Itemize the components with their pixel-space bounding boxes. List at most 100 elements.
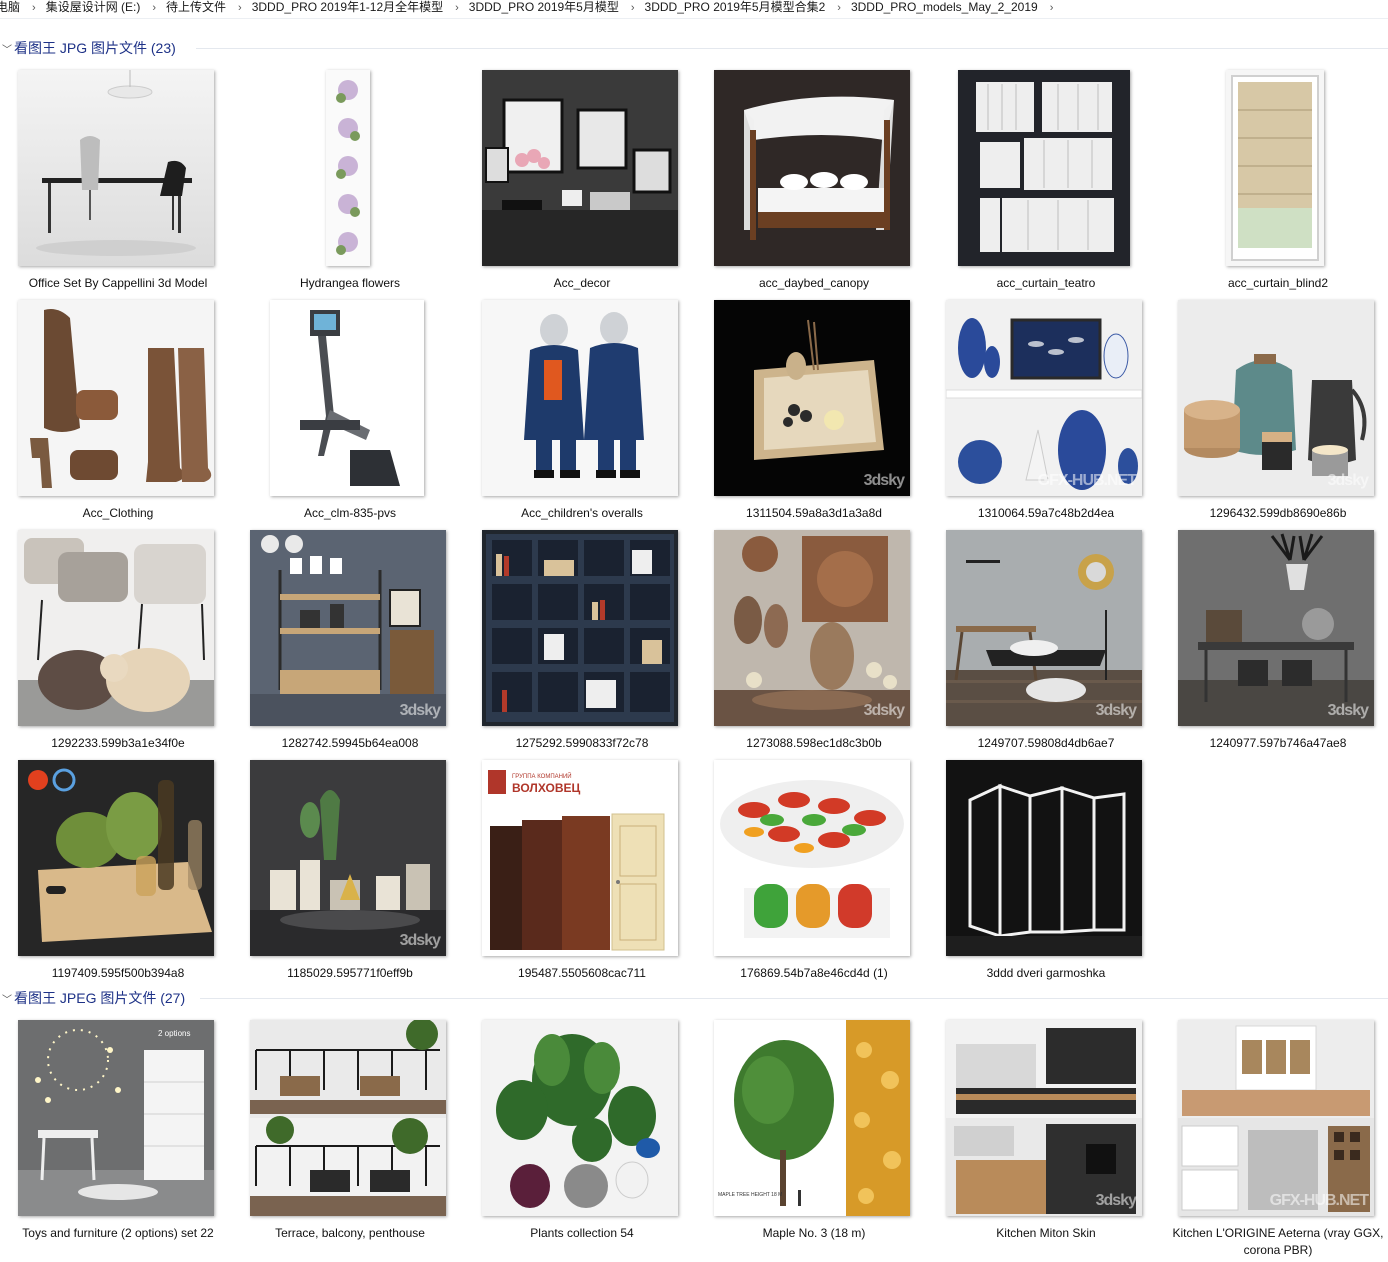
chevron-right-icon[interactable]: › xyxy=(449,1,465,15)
file-item[interactable]: 1292233.599b3a1e34f0e xyxy=(8,530,228,756)
file-name: 3ddd dveri garmoshka xyxy=(986,966,1106,980)
breadcrumb: 电脑›集设屋设计网 (E:)›待上传文件›3DDD_PRO 2019年1-12月… xyxy=(0,0,1388,19)
watermark-text: 3dsky xyxy=(1327,472,1369,489)
thumbnail-image: MAPLE TREE HEIGHT 18 M xyxy=(714,1020,910,1216)
file-item[interactable]: acc_curtain_blind2 xyxy=(1168,70,1388,296)
file-item[interactable]: 1197409.595f500b394a8 xyxy=(8,760,228,986)
thumbnail-image: 3dsky xyxy=(946,1020,1142,1216)
file-name: acc_curtain_blind2 xyxy=(1227,276,1329,290)
file-item[interactable]: Acc_children's overalls xyxy=(472,300,692,526)
thumbnail-image xyxy=(326,70,370,266)
watermark-text: GFX-HUB.NET xyxy=(1269,1192,1369,1209)
file-item[interactable]: acc_daybed_canopy xyxy=(704,70,924,296)
group-header-jpeg[interactable]: ﹀ 看图王 JPEG 图片文件 (27) xyxy=(0,988,1388,1010)
file-item[interactable]: 3dsky 1282742.59945b64ea008 xyxy=(240,530,460,756)
group-divider xyxy=(196,48,1388,49)
file-item[interactable]: Office Set By Cappellini 3d Model xyxy=(8,70,228,296)
file-item[interactable]: 3ddd dveri garmoshka xyxy=(936,760,1156,986)
file-item[interactable]: MAPLE TREE HEIGHT 18 M Maple No. 3 (18 m… xyxy=(704,1020,924,1246)
thumbnail-image xyxy=(482,70,678,266)
file-item[interactable]: Acc_clm-835-pvs xyxy=(240,300,460,526)
chevron-right-icon[interactable]: › xyxy=(232,1,248,15)
file-item[interactable]: Plants collection 54 xyxy=(472,1020,692,1246)
chevron-right-icon[interactable]: › xyxy=(146,1,162,15)
file-name: 1310064.59a7c48b2d4ea xyxy=(977,506,1115,520)
breadcrumb-item-computer[interactable]: 电脑 xyxy=(0,0,26,14)
file-item[interactable]: 3dsky 1249707.59808d4db6ae7 xyxy=(936,530,1156,756)
brand-title: ВОЛХОВЕЦ xyxy=(512,781,581,795)
chevron-down-icon[interactable]: ﹀ xyxy=(2,991,14,1011)
brand-subtitle: ГРУППА КОМПАНИЙ xyxy=(512,772,572,780)
thumbnail-image: GFX-HUB.NET xyxy=(946,300,1142,496)
file-item[interactable]: 3dsky 1185029.595771f0eff9b xyxy=(240,760,460,986)
file-item[interactable]: 2 options Toys and furniture (2 options)… xyxy=(8,1020,228,1246)
file-name: 1185029.595771f0eff9b xyxy=(287,966,413,980)
file-name: 1197409.595f500b394a8 xyxy=(51,966,185,980)
thumbnail-image: 3dsky xyxy=(714,530,910,726)
thumbnail-image: ГРУППА КОМПАНИЙ ВОЛХОВЕЦ xyxy=(482,760,678,956)
file-name: Acc_clm-835-pvs xyxy=(303,506,397,520)
file-item[interactable]: acc_curtain_teatro xyxy=(936,70,1156,296)
group-title-jpg: 看图王 JPG 图片文件 (23) xyxy=(14,40,176,56)
thumbnail-image xyxy=(18,70,214,266)
thumbnail-image xyxy=(714,70,910,266)
thumbnail-image: 3dsky xyxy=(1178,300,1374,496)
file-name: Acc_decor xyxy=(553,276,611,290)
file-name: Kitchen L'ORIGINE Aeterna (vray GGX, cor… xyxy=(1172,1226,1384,1257)
chevron-right-icon[interactable]: › xyxy=(1044,1,1060,15)
file-name: 1296432.599db8690e86b xyxy=(1209,506,1347,520)
group-divider xyxy=(200,998,1388,999)
file-item[interactable]: 3dsky 1311504.59a8a3d1a3a8d xyxy=(704,300,924,526)
breadcrumb-item-collection[interactable]: 3DDD_PRO 2019年5月模型合集2 xyxy=(641,0,832,14)
file-name: Acc_children's overalls xyxy=(521,506,643,520)
thumbnail-image xyxy=(250,1020,446,1216)
file-name: Hydrangea flowers xyxy=(299,276,401,290)
file-name: Kitchen Miton Skin xyxy=(996,1226,1096,1240)
file-name: Office Set By Cappellini 3d Model xyxy=(28,276,208,290)
options-label: 2 options xyxy=(158,1029,190,1038)
file-item[interactable]: 176869.54b7a8e46cd4d (1) xyxy=(704,760,924,986)
breadcrumb-item-current[interactable]: 3DDD_PRO_models_May_2_2019 xyxy=(847,0,1044,14)
watermark-text: 3dsky xyxy=(863,702,905,719)
watermark-text: 3dsky xyxy=(399,932,441,949)
file-item[interactable]: 1275292.5990833f72c78 xyxy=(472,530,692,756)
file-item[interactable]: ГРУППА КОМПАНИЙ ВОЛХОВЕЦ 195487.5505608c… xyxy=(472,760,692,986)
thumbnail-image xyxy=(714,760,910,956)
breadcrumb-item-month[interactable]: 3DDD_PRO 2019年5月模型 xyxy=(465,0,625,14)
group-header-jpg[interactable]: ﹀ 看图王 JPG 图片文件 (23) xyxy=(0,38,1388,60)
thumbnail-image: 3dsky xyxy=(1178,530,1374,726)
file-item[interactable]: Hydrangea flowers xyxy=(240,70,460,296)
file-name: acc_curtain_teatro xyxy=(996,276,1096,290)
thumbnail-image xyxy=(946,760,1142,956)
file-item[interactable]: 3dsky 1296432.599db8690e86b xyxy=(1168,300,1388,526)
thumbnail-image xyxy=(270,300,424,496)
breadcrumb-item-upload[interactable]: 待上传文件 xyxy=(162,0,232,14)
watermark-text: 3dsky xyxy=(863,472,905,489)
breadcrumb-item-drive[interactable]: 集设屋设计网 (E:) xyxy=(42,0,147,14)
file-item[interactable]: 3dsky 1273088.598ec1d8c3b0b xyxy=(704,530,924,756)
file-item[interactable]: Acc_decor xyxy=(472,70,692,296)
chevron-right-icon[interactable]: › xyxy=(625,1,641,15)
file-item[interactable]: Acc_Clothing xyxy=(8,300,228,526)
thumbnail-image xyxy=(18,300,214,496)
group-title-jpeg: 看图王 JPEG 图片文件 (27) xyxy=(14,990,186,1006)
file-item[interactable]: Terrace, balcony, penthouse xyxy=(240,1020,460,1246)
chevron-down-icon[interactable]: ﹀ xyxy=(2,41,14,61)
file-item[interactable]: 3dsky Kitchen Miton Skin xyxy=(936,1020,1156,1246)
file-name: 1249707.59808d4db6ae7 xyxy=(977,736,1115,750)
thumbnail-image xyxy=(482,1020,678,1216)
chevron-right-icon[interactable]: › xyxy=(831,1,847,15)
file-item[interactable]: GFX-HUB.NET 1310064.59a7c48b2d4ea xyxy=(936,300,1156,526)
thumbnail-image xyxy=(18,530,214,726)
breadcrumb-item-year[interactable]: 3DDD_PRO 2019年1-12月全年模型 xyxy=(248,0,449,14)
file-item[interactable]: GFX-HUB.NET Kitchen L'ORIGINE Aeterna (v… xyxy=(1168,1020,1388,1257)
file-name: 1311504.59a8a3d1a3a8d xyxy=(746,506,882,520)
file-item[interactable]: 3dsky 1240977.597b746a47ae8 xyxy=(1168,530,1388,756)
thumbnail-image: 3dsky xyxy=(714,300,910,496)
thumbnail-image xyxy=(958,70,1130,266)
thumbnail-image xyxy=(482,530,678,726)
file-name: 195487.5505608cac711 xyxy=(518,966,646,980)
file-name: 1292233.599b3a1e34f0e xyxy=(51,736,185,750)
watermark-text: 3dsky xyxy=(399,702,441,719)
chevron-right-icon[interactable]: › xyxy=(26,1,42,15)
